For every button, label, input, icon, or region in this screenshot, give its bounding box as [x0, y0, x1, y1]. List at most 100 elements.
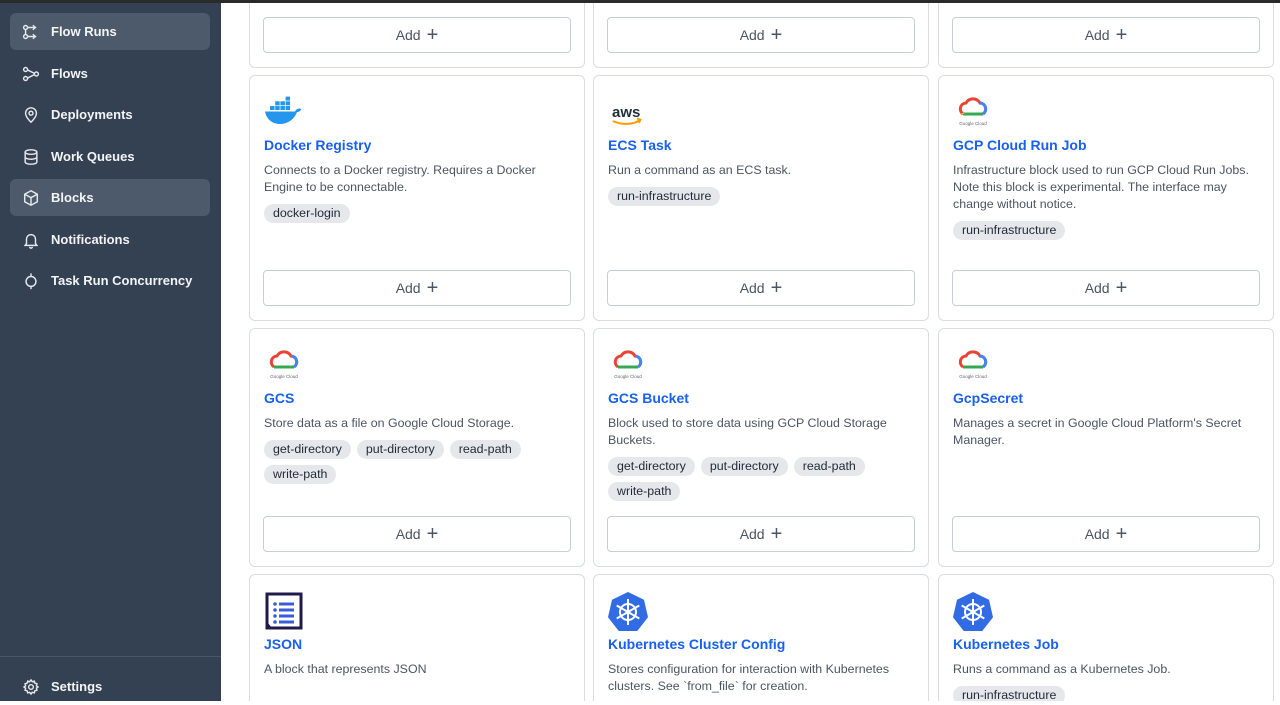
- plus-icon: +: [426, 523, 439, 545]
- block-description: Manages a secret in Google Cloud Platfor…: [953, 416, 1242, 447]
- add-label: Add: [395, 526, 421, 542]
- plus-icon: +: [770, 277, 783, 299]
- gear-icon: [22, 678, 40, 695]
- tag: put-directory: [700, 457, 788, 476]
- docker-whale-logo: [265, 96, 302, 124]
- google-cloud-logo: Google Cloud: [958, 97, 987, 126]
- block-title[interactable]: Kubernetes Job: [953, 636, 1059, 652]
- block-description: Runs a command as a Kubernetes Job.: [953, 662, 1171, 676]
- plus-icon: +: [1115, 277, 1128, 299]
- block-title[interactable]: ECS Task: [608, 137, 672, 153]
- sidebar-item-flows[interactable]: Flows: [10, 55, 210, 92]
- add-block-button[interactable]: Add +: [952, 516, 1260, 552]
- block-card-kubernetes-cluster-config: Kubernetes Cluster Config Stores configu…: [593, 574, 929, 701]
- add-label: Add: [395, 280, 421, 296]
- sidebar-item-label: Blocks: [51, 190, 94, 205]
- block-card-gcs: Google Cloud GCS Store data as a file on…: [249, 328, 585, 567]
- google-cloud-caption: Google Cloud: [614, 374, 642, 379]
- block-description: Store data as a file on Google Cloud Sto…: [264, 416, 515, 430]
- block-card-gcp-cloud-run-job: Google Cloud GCP Cloud Run Job Infrastru…: [938, 75, 1274, 321]
- tag: get-directory: [608, 457, 695, 476]
- tag-list: get-directory put-directory read-path wr…: [608, 457, 918, 501]
- tag-list: run-infrastructure: [608, 187, 918, 206]
- location-pin-icon: [24, 106, 38, 123]
- sidebar-item-label: Task Run Concurrency: [51, 273, 193, 288]
- google-cloud-caption: Google Cloud: [959, 374, 987, 379]
- add-block-button[interactable]: Add +: [607, 17, 915, 53]
- block-description: Connects to a Docker registry. Requires …: [264, 163, 536, 194]
- plus-icon: +: [770, 523, 783, 545]
- google-cloud-logo: Google Cloud: [958, 350, 987, 379]
- block-card-partial: Add +: [593, 0, 929, 68]
- blocks-catalog: Add + Add + Add + Docker Registry Connects …: [221, 0, 1280, 701]
- tag: run-infrastructure: [953, 686, 1066, 701]
- add-block-button[interactable]: Add +: [607, 516, 915, 552]
- kubernetes-logo: [608, 592, 648, 631]
- sidebar-item-work-queues[interactable]: Work Queues: [10, 138, 210, 175]
- block-title[interactable]: GCP Cloud Run Job: [953, 137, 1087, 153]
- sidebar-item-notifications[interactable]: Notifications: [10, 221, 210, 258]
- tag: write-path: [264, 465, 337, 484]
- block-description: Block used to store data using GCP Cloud…: [608, 416, 887, 447]
- add-block-button[interactable]: Add +: [607, 270, 915, 306]
- sidebar-item-label: Deployments: [51, 107, 133, 122]
- add-block-button[interactable]: Add +: [263, 17, 571, 53]
- sidebar-item-label: Work Queues: [51, 149, 135, 164]
- block-card-docker-registry: Docker Registry Connects to a Docker reg…: [249, 75, 585, 321]
- google-cloud-logo: Google Cloud: [613, 350, 642, 379]
- google-cloud-logo: Google Cloud: [269, 350, 298, 379]
- add-block-button[interactable]: Add +: [952, 17, 1260, 53]
- flow-runs-icon: [22, 24, 37, 39]
- tag-list: get-directory put-directory read-path wr…: [264, 440, 574, 484]
- add-block-button[interactable]: Add +: [263, 270, 571, 306]
- sidebar-item-deployments[interactable]: Deployments: [10, 96, 210, 133]
- aws-logo: aws: [612, 104, 642, 125]
- sidebar-item-label: Settings: [51, 679, 103, 694]
- tag: run-infrastructure: [953, 221, 1066, 240]
- plus-icon: +: [1115, 24, 1128, 46]
- sidebar-item-task-run-concurrency[interactable]: Task Run Concurrency: [10, 262, 210, 299]
- block-card-json: JSON A block that represents JSON: [249, 574, 585, 701]
- sidebar-item-label: Flows: [51, 66, 88, 81]
- add-label: Add: [1084, 280, 1110, 296]
- block-description: A block that represents JSON: [264, 662, 427, 676]
- tag: write-path: [608, 482, 681, 501]
- add-label: Add: [1084, 526, 1110, 542]
- add-block-button[interactable]: Add +: [263, 516, 571, 552]
- block-title[interactable]: Docker Registry: [264, 137, 371, 153]
- tag-list: run-infrastructure: [953, 221, 1263, 240]
- database-icon: [24, 148, 38, 165]
- bell-icon: [23, 233, 39, 249]
- add-label: Add: [739, 27, 765, 43]
- google-cloud-caption: Google Cloud: [959, 121, 987, 126]
- block-title[interactable]: GcpSecret: [953, 390, 1023, 406]
- sidebar-item-blocks[interactable]: Blocks: [10, 179, 210, 216]
- block-description: Infrastructure block used to run GCP Clo…: [953, 163, 1249, 211]
- tag: read-path: [449, 440, 521, 459]
- kubernetes-logo: [953, 592, 993, 631]
- sidebar-item-flow-runs[interactable]: Flow Runs: [10, 13, 210, 50]
- block-card-ecs-task: aws ECS Task Run a command as an ECS tas…: [593, 75, 929, 321]
- json-list-logo: [265, 592, 303, 630]
- block-card-kubernetes-job: Kubernetes Job Runs a command as a Kuber…: [938, 574, 1274, 701]
- cube-icon: [23, 189, 39, 206]
- plus-icon: +: [426, 277, 439, 299]
- block-title[interactable]: Kubernetes Cluster Config: [608, 636, 785, 652]
- add-label: Add: [395, 27, 421, 43]
- top-border: [0, 0, 1280, 3]
- block-title[interactable]: GCS: [264, 390, 294, 406]
- block-card-partial: Add +: [249, 0, 585, 68]
- block-title[interactable]: JSON: [264, 636, 302, 652]
- sidebar-item-label: Notifications: [51, 232, 130, 247]
- tag: get-directory: [264, 440, 351, 459]
- add-block-button[interactable]: Add +: [952, 270, 1260, 306]
- plus-icon: +: [426, 24, 439, 46]
- sidebar-item-settings[interactable]: Settings: [10, 668, 210, 705]
- tag: read-path: [793, 457, 865, 476]
- tag-list: run-infrastructure: [953, 686, 1263, 701]
- tag: run-infrastructure: [608, 187, 721, 206]
- concurrency-icon: [25, 272, 37, 289]
- block-title[interactable]: GCS Bucket: [608, 390, 689, 406]
- tag-list: docker-login: [264, 204, 574, 223]
- add-label: Add: [1084, 27, 1110, 43]
